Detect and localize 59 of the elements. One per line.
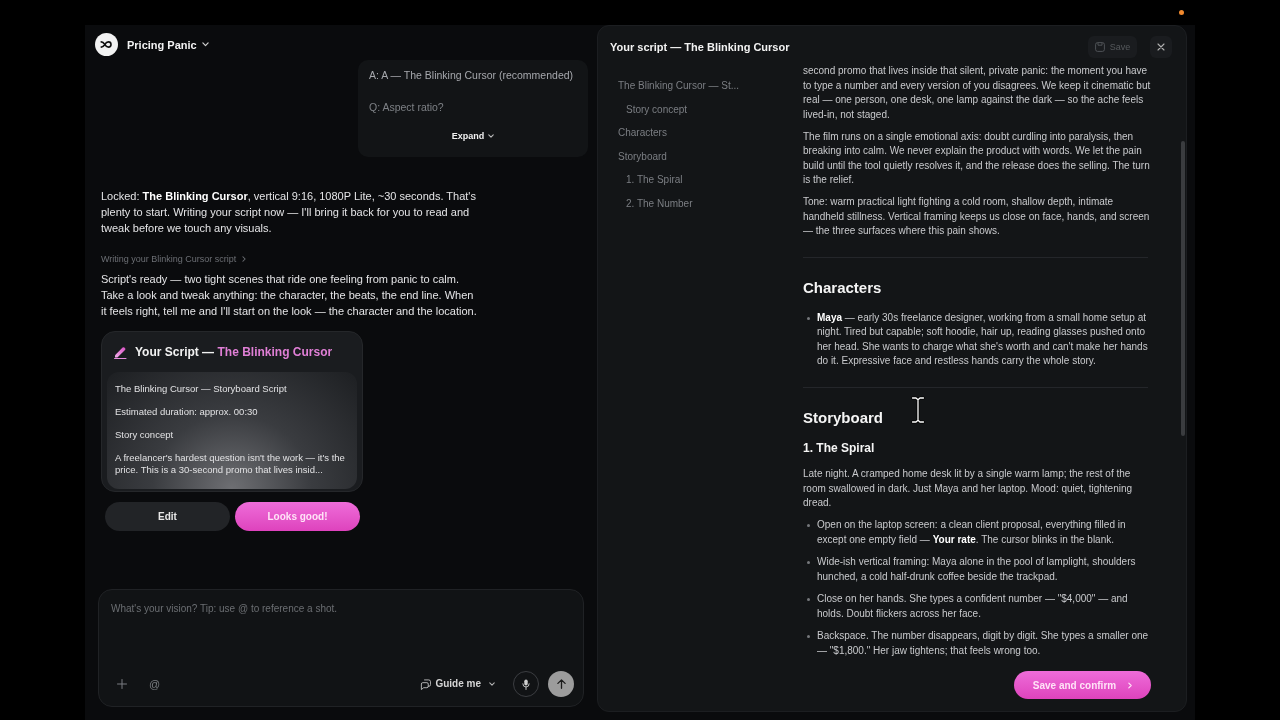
plus-icon — [117, 679, 127, 689]
outline-link[interactable]: Storyboard — [618, 144, 667, 168]
outline-link[interactable]: 2. The Number — [626, 191, 693, 215]
answer-text: A: A — The Blinking Cursor (recommended) — [369, 68, 574, 82]
section-heading: Storyboard — [803, 409, 883, 427]
outline-link[interactable]: The Blinking Cursor — St... — [618, 74, 740, 98]
preview-text: The Blinking Cursor — Storyboard Script — [115, 383, 288, 395]
thinking-step-toggle[interactable]: Writing your Blinking Cursor script — [101, 253, 247, 265]
send-button[interactable] — [548, 671, 574, 697]
pencil-icon — [113, 345, 127, 359]
outline-link[interactable]: Story concept — [626, 97, 688, 121]
script-paragraph: The film runs on a single emotional axis: doubt curdling into paralysis, then breaking into calm. We never explain the product with words. We let the pain build until the tool quietly resolves it, and the release does the selling. The turn is the relief. — [803, 129, 1151, 187]
mention-button[interactable]: @ — [149, 677, 161, 691]
bullet-text: Open on the laptop screen: a clean client proposal, everything filled in except one empty field — Your rate. The cursor blinks in the blank. — [817, 518, 1127, 547]
preview-text: A freelancer's hardest question isn't the work — it's the price. This is a 30-second promo that lives insid... — [115, 452, 346, 476]
bullet-icon — [807, 316, 810, 320]
assistant-message: Script's ready — two tight scenes that ride one feeling from panic to calm. Take a look and tweak anything: the character, the beats, the end line. When it feels right, tell me and I'll start on the look — the character and the location. — [101, 272, 477, 319]
bullet-text: Wide-ish vertical framing: Maya alone in the pool of lamplight, shoulders hunched, a cold half-drunk coffee beside the trackpad. — [817, 555, 1137, 584]
bullet-text: Close on her hands. She types a confident number — "$4,000" — and holds. Doubt flickers across her face. — [817, 592, 1129, 621]
approve-button[interactable]: Looks good! — [235, 502, 360, 531]
microphone-icon — [522, 678, 530, 690]
caret-icon — [488, 134, 495, 138]
bullet-text: Maya — early 30s freelance designer, working from a small home setup at night. Tired but capable; soft hoodie, hair up, reading glasses pushed onto her head. She wants to charge what she's worth and can't make her hands do it. Expressive face and restless hands carry the whole story. — [817, 310, 1149, 368]
add-button[interactable] — [117, 679, 127, 689]
bullet-icon — [807, 598, 810, 601]
script-paragraph: Tone: warm practical light fighting a cold room, shallow depth, intimate handheld stillness. Vertical framing keeps us close on face, hands, and screen — the three surfaces where this pain shows. — [803, 195, 1151, 238]
chevron-right-icon — [242, 256, 247, 262]
message-input[interactable]: What's your vision? Tip: use @ to reference a shot. — [99, 590, 583, 671]
assistant-message: Locked: The Blinking Cursor, vertical 9:16, 1080P Lite, ~30 seconds. That's plenty to start. Writing your script now — I'll bring it back for you to read and tweak before we touch any visuals. — [101, 189, 477, 236]
outline-link[interactable]: 1. The Spiral — [626, 168, 683, 192]
preview-text: Estimated duration: approx. 00:30 — [115, 406, 259, 418]
edit-button[interactable]: Edit — [105, 502, 230, 531]
close-button[interactable] — [1150, 36, 1172, 58]
expand-button[interactable]: Expand — [451, 129, 495, 143]
bullet-icon — [807, 524, 810, 527]
close-icon — [1157, 43, 1165, 51]
script-paragraph: second promo that lives inside that silent, private panic: the moment you have to type a number and every version of you disagrees. We keep it cinematic but real — one person, one desk, one lamp against the dark — so the ache feels lived-in, not staged. — [803, 64, 1151, 122]
panel-title: Your script — The Blinking Cursor — [610, 40, 790, 54]
scene-heading: 1. The Spiral — [803, 441, 875, 455]
bullet-icon — [807, 635, 810, 638]
text-cursor-icon — [911, 396, 925, 424]
chat-bubbles-icon — [420, 678, 432, 690]
project-menu-button[interactable]: Pricing Panic — [127, 37, 209, 52]
preview-text: Story concept — [115, 429, 175, 441]
caret-icon — [489, 682, 495, 686]
caret-icon — [201, 42, 209, 47]
script-card-title: Your Script — The Blinking Cursor — [135, 344, 333, 360]
message-composer[interactable]: What's your vision? Tip: use @ to reference a shot. @ Guide me — [98, 589, 584, 707]
arrow-up-icon — [556, 679, 566, 689]
question-text: Q: Aspect ratio? — [369, 100, 444, 114]
chevron-right-icon — [1128, 681, 1133, 689]
section-heading: Characters — [803, 278, 882, 297]
bullet-text: Backspace. The number disappears, digit by digit. She types a smaller one — "$1,800." Her jaw tightens; that feels wrong too. — [817, 629, 1150, 658]
logo-icon — [95, 33, 118, 56]
outline-link[interactable]: Characters — [618, 121, 667, 145]
script-paragraph: Late night. A cramped home desk lit by a single warm lamp; the rest of the room swallowed in dark. Just Maya and her laptop. Mood: quiet, tightening dread. — [803, 467, 1134, 510]
bullet-icon — [807, 561, 810, 564]
mode-dropdown[interactable]: Guide me — [420, 677, 495, 691]
save-and-confirm-button[interactable]: Save and confirm — [1014, 671, 1151, 699]
